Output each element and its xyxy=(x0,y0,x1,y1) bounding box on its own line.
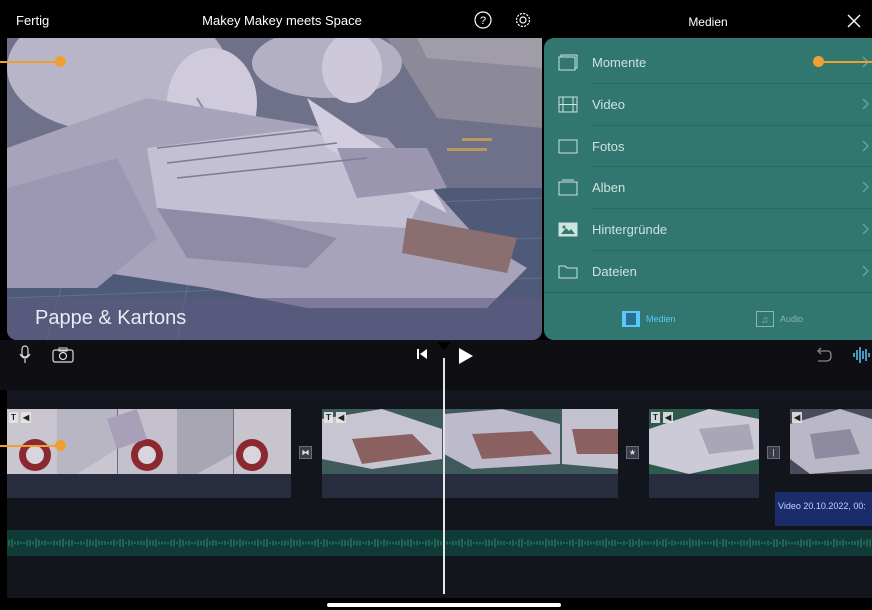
chevron-right-icon xyxy=(862,265,869,277)
music-note-icon: ♫ xyxy=(756,311,774,327)
transition-button[interactable]: ⧓ xyxy=(299,446,312,459)
svg-text:♫: ♫ xyxy=(761,315,769,326)
audio-badge: ◀ xyxy=(792,412,803,423)
folder-icon xyxy=(558,265,578,279)
timeline-ruler xyxy=(7,390,872,400)
camera-icon[interactable] xyxy=(52,347,74,363)
undo-icon[interactable] xyxy=(814,346,832,364)
callout-line xyxy=(818,61,872,63)
microphone-icon[interactable] xyxy=(18,345,32,365)
video-clip[interactable]: T ◀ xyxy=(649,409,759,474)
audio-waveform-icon[interactable] xyxy=(852,346,872,364)
callout-dot xyxy=(55,440,66,451)
audio-track[interactable] xyxy=(7,530,872,556)
media-item-dateien[interactable]: Dateien xyxy=(544,251,872,293)
media-item-hintergruende[interactable]: Hintergründe xyxy=(544,209,872,251)
video-preview[interactable]: Pappe & Kartons xyxy=(7,38,542,340)
playback-controls xyxy=(0,340,872,390)
svg-text:?: ? xyxy=(480,15,486,27)
close-icon[interactable] xyxy=(847,14,861,28)
photo-frame-icon xyxy=(558,139,578,154)
clip-audio-area xyxy=(649,474,759,498)
chevron-right-icon xyxy=(862,223,869,235)
media-item-label: Momente xyxy=(592,55,647,70)
callout-line xyxy=(0,445,60,447)
media-title: Medien xyxy=(688,15,728,29)
audio-waveform xyxy=(8,538,871,548)
landscape-icon xyxy=(558,222,578,237)
title-caption-bar: Pappe & Kartons xyxy=(7,298,542,340)
title-badge: T xyxy=(9,412,18,423)
video-clip[interactable]: T ◀ xyxy=(322,409,618,474)
video-clip[interactable]: ◀ xyxy=(790,409,872,474)
question-circle-icon[interactable]: ? xyxy=(474,11,492,29)
gear-icon[interactable] xyxy=(514,11,532,29)
clip-thumbnails xyxy=(790,409,872,474)
media-item-alben[interactable]: Alben xyxy=(544,167,872,209)
top-bar: Fertig Makey Makey meets Space ? xyxy=(0,0,544,38)
play-icon[interactable] xyxy=(458,347,474,365)
callout-dot xyxy=(55,56,66,67)
title-badge: T xyxy=(324,412,333,423)
audio-badge: ◀ xyxy=(21,412,32,423)
chevron-right-icon xyxy=(862,140,869,152)
media-item-label: Hintergründe xyxy=(592,222,668,237)
chevron-right-icon xyxy=(862,98,869,110)
film-icon xyxy=(558,96,578,113)
media-category-list: Momente Video Fotos Alben Hintergründe D… xyxy=(544,38,872,340)
home-indicator xyxy=(327,603,561,607)
playhead-marker xyxy=(437,342,451,350)
chevron-right-icon xyxy=(862,181,869,193)
media-item-fotos[interactable]: Fotos xyxy=(544,126,872,168)
clip-thumbnails xyxy=(322,409,618,474)
transition-button[interactable]: | xyxy=(767,446,780,459)
media-item-label: Alben xyxy=(592,180,626,195)
media-item-video[interactable]: Video xyxy=(544,84,872,126)
media-item-label: Fotos xyxy=(592,139,625,154)
moments-icon xyxy=(558,54,578,71)
audio-clip-label[interactable]: Video 20.10.2022, 00: xyxy=(775,492,872,526)
media-item-label: Video xyxy=(592,97,626,112)
media-browser: Medien Momente Video Fotos Alben Hinterg… xyxy=(544,0,872,340)
tab-medien[interactable]: Medien xyxy=(622,309,676,329)
clip-audio-area xyxy=(7,474,291,498)
skip-to-start-icon[interactable] xyxy=(416,348,428,360)
tab-label: Audio xyxy=(780,314,804,324)
audio-badge: ◀ xyxy=(336,412,347,423)
project-title: Makey Makey meets Space xyxy=(202,13,362,28)
album-icon xyxy=(558,179,578,196)
callout-line xyxy=(0,61,60,63)
film-strip-icon xyxy=(622,311,640,327)
media-header: Medien xyxy=(544,0,872,38)
title-caption-text: Pappe & Kartons xyxy=(35,307,187,329)
clip-thumbnails xyxy=(7,409,291,474)
transition-button[interactable]: ★ xyxy=(626,446,639,459)
video-clip[interactable]: T ◀ xyxy=(7,409,291,474)
media-item-label: Dateien xyxy=(592,264,637,279)
audio-badge: ◀ xyxy=(663,412,674,423)
preview-image xyxy=(7,38,542,340)
tab-label: Medien xyxy=(646,314,676,324)
tab-audio[interactable]: ♫ Audio xyxy=(756,309,803,329)
media-tab-bar: Medien ♫ Audio xyxy=(544,292,872,340)
timeline[interactable]: T ◀ ⧓ T ◀ ★ T ◀ | ◀ Video 20.10.2022, 00… xyxy=(7,390,872,598)
callout-dot xyxy=(813,56,824,67)
title-badge: T xyxy=(651,412,660,423)
clip-audio-area xyxy=(322,474,618,498)
playhead[interactable] xyxy=(443,358,445,594)
